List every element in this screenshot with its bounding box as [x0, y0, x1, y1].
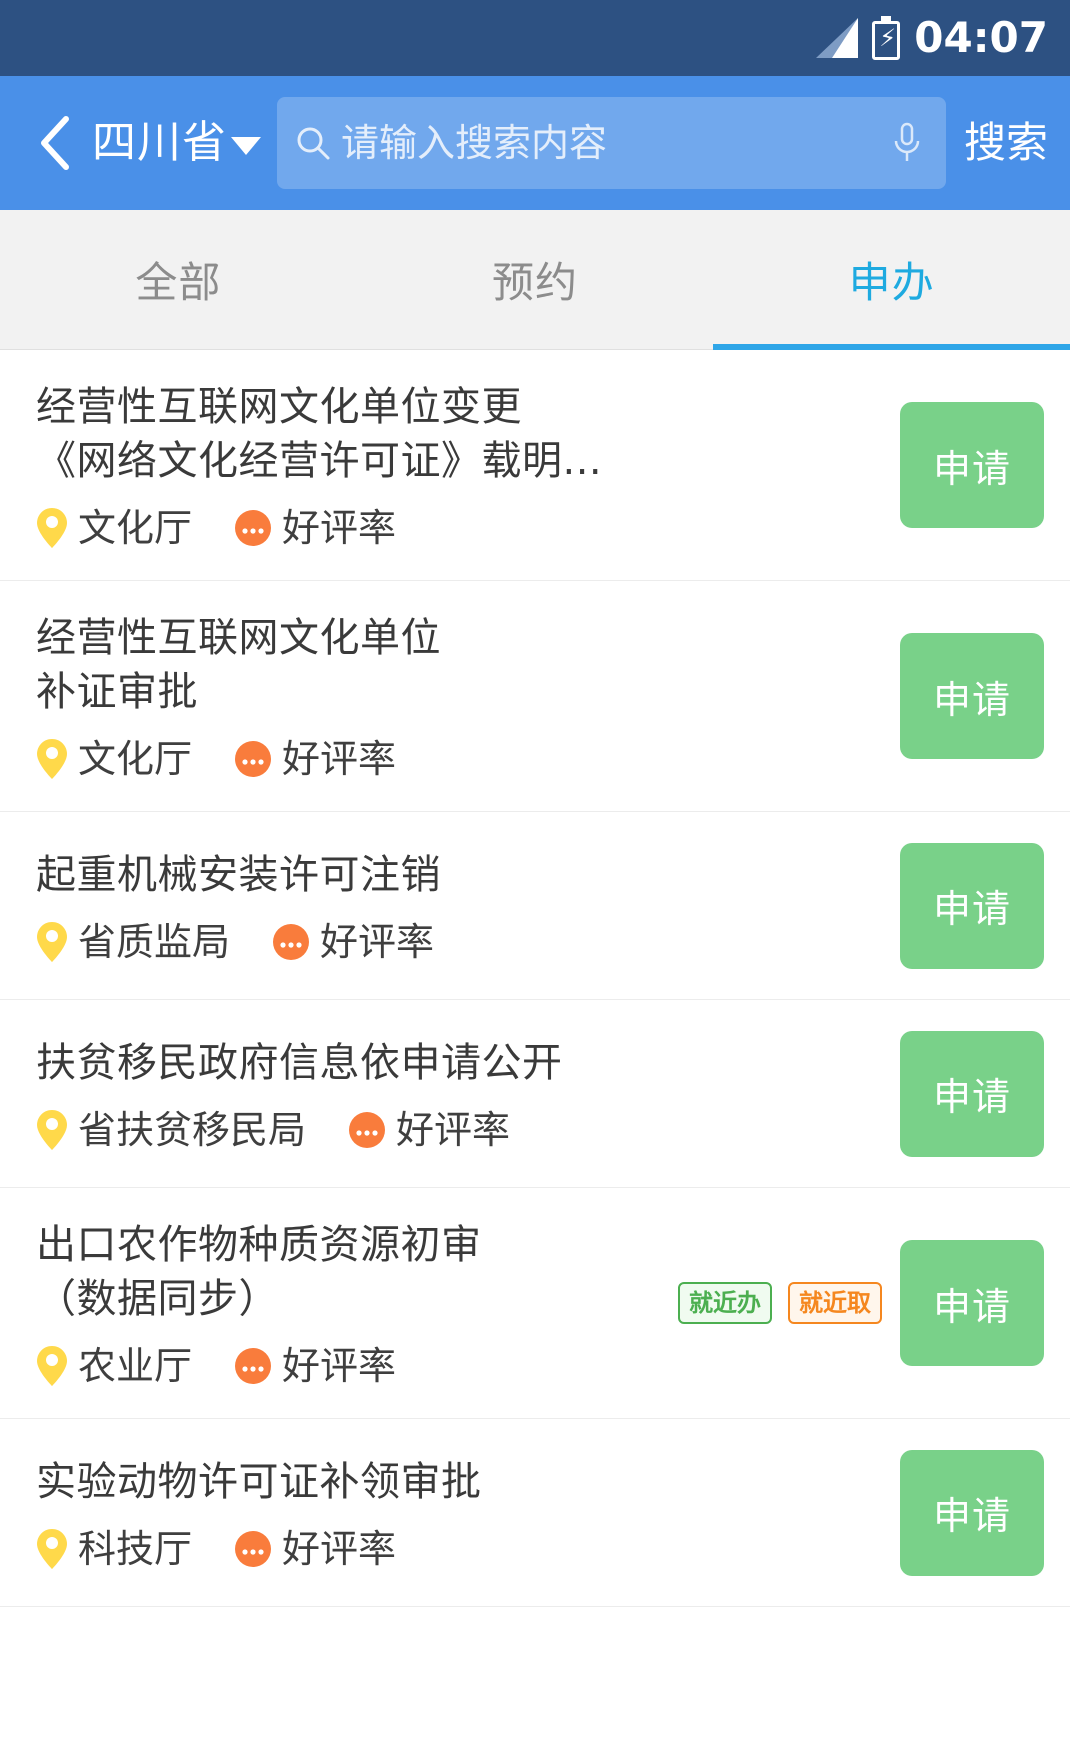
list-item-title: 实验动物许可证补领审批	[36, 1458, 482, 1505]
agency-name: 文化厅	[78, 506, 193, 550]
list-item-title: 经营性互联网文化单位 补证审批	[36, 615, 441, 715]
status-badge-nearby-apply: 就近办	[678, 1282, 772, 1324]
list-item-content: 起重机械安装许可注销 省质监局 好评率	[36, 848, 900, 964]
rating-info: 好评率	[234, 506, 396, 550]
list-item-content: 扶贫移民政府信息依申请公开 省扶贫移民局 好评率	[36, 1036, 900, 1152]
list-item-content: 经营性互联网文化单位变更 《网络文化经营许可证》载明... 文化厅 好评率	[36, 380, 900, 550]
apply-button[interactable]: 申请	[900, 1240, 1044, 1366]
back-chevron-icon[interactable]	[30, 113, 82, 173]
list-item-actions: 申请	[900, 402, 1044, 528]
agency-name: 省扶贫移民局	[78, 1107, 307, 1152]
agency-name: 农业厅	[78, 1344, 193, 1388]
list-item-actions: 申请	[900, 1449, 1044, 1576]
rating-info: 好评率	[272, 920, 434, 964]
region-label: 四川省	[92, 117, 227, 168]
search-button[interactable]: 搜索	[964, 119, 1052, 167]
list-item-meta: 文化厅 好评率	[36, 506, 900, 550]
apply-button[interactable]: 申请	[900, 633, 1044, 759]
rating-info: 好评率	[234, 1527, 396, 1571]
agency-name: 文化厅	[78, 737, 193, 781]
service-list: 经营性互联网文化单位变更 《网络文化经营许可证》载明... 文化厅 好评率 申请…	[0, 350, 1070, 1607]
tab-apply[interactable]: 申办	[713, 210, 1070, 350]
list-item-meta: 省质监局 好评率	[36, 920, 900, 964]
list-item[interactable]: 扶贫移民政府信息依申请公开 省扶贫移民局 好评率 申请	[0, 1000, 1070, 1188]
agency-info: 文化厅	[36, 737, 192, 781]
status-badge-nearby-pickup: 就近取	[788, 1282, 882, 1324]
search-input[interactable]: 请输入搜索内容	[277, 97, 946, 189]
tab-all[interactable]: 全部	[0, 210, 357, 349]
list-item-title: 起重机械安装许可注销	[36, 851, 441, 898]
tab-reserve[interactable]: 预约	[357, 210, 714, 349]
caret-down-icon	[231, 137, 261, 155]
region-selector[interactable]: 四川省	[92, 118, 261, 168]
list-item-actions: 申请	[900, 1030, 1044, 1157]
list-item[interactable]: 经营性互联网文化单位变更 《网络文化经营许可证》载明... 文化厅 好评率 申请	[0, 350, 1070, 581]
list-item[interactable]: 经营性互联网文化单位 补证审批 文化厅 好评率 申请	[0, 581, 1070, 812]
list-item-actions: 就近办 就近取 申请	[678, 1240, 1044, 1366]
list-item-content: 经营性互联网文化单位 补证审批 文化厅 好评率	[36, 611, 900, 781]
list-item-meta: 省扶贫移民局 好评率	[36, 1108, 900, 1152]
status-bar: ⚡ 04:07	[0, 0, 1070, 76]
agency-name: 省质监局	[78, 919, 231, 964]
location-pin-icon	[36, 1528, 68, 1570]
signal-bars-icon	[816, 18, 859, 58]
agency-info: 科技厅	[36, 1527, 192, 1571]
location-pin-icon	[36, 738, 68, 780]
rating-info: 好评率	[234, 737, 396, 781]
location-pin-icon	[36, 921, 68, 963]
rating-dots-icon	[234, 740, 272, 778]
status-bar-clock: 04:07	[914, 13, 1048, 62]
list-item[interactable]: 出口农作物种质资源初审 （数据同步） 农业厅 好评率 就近办 就近取 申请	[0, 1188, 1070, 1419]
apply-button[interactable]: 申请	[900, 1030, 1044, 1157]
app-bar: 四川省 请输入搜索内容 搜索	[0, 76, 1070, 210]
location-pin-icon	[36, 1109, 68, 1151]
agency-info: 省扶贫移民局	[36, 1108, 306, 1152]
search-placeholder: 请输入搜索内容	[341, 121, 608, 165]
list-item[interactable]: 实验动物许可证补领审批 科技厅 好评率 申请	[0, 1419, 1070, 1607]
list-item-title: 经营性互联网文化单位变更 《网络文化经营许可证》载明...	[36, 384, 603, 484]
list-item-meta: 农业厅 好评率	[36, 1344, 678, 1388]
list-item-actions: 申请	[900, 842, 1044, 969]
apply-button[interactable]: 申请	[900, 402, 1044, 528]
badge-group: 就近办 就近取	[678, 1282, 882, 1324]
rating-label: 好评率	[282, 1526, 397, 1571]
list-item[interactable]: 起重机械安装许可注销 省质监局 好评率 申请	[0, 812, 1070, 1000]
microphone-icon[interactable]	[890, 121, 924, 165]
rating-dots-icon	[234, 509, 272, 547]
rating-info: 好评率	[234, 1344, 396, 1388]
rating-dots-icon	[348, 1111, 386, 1149]
rating-label: 好评率	[282, 506, 397, 550]
tab-bar: 全部 预约 申办	[0, 210, 1070, 350]
apply-button[interactable]: 申请	[900, 842, 1044, 969]
battery-charging-icon: ⚡	[872, 16, 901, 60]
agency-info: 农业厅	[36, 1344, 192, 1388]
rating-info: 好评率	[348, 1108, 510, 1152]
rating-dots-icon	[234, 1530, 272, 1568]
agency-name: 科技厅	[78, 1526, 193, 1571]
list-item-title: 出口农作物种质资源初审 （数据同步）	[36, 1222, 482, 1322]
rating-label: 好评率	[320, 919, 435, 964]
list-item-title: 扶贫移民政府信息依申请公开	[36, 1039, 563, 1086]
agency-info: 省质监局	[36, 920, 230, 964]
search-icon	[295, 125, 331, 161]
apply-button[interactable]: 申请	[900, 1449, 1044, 1576]
list-item-content: 实验动物许可证补领审批 科技厅 好评率	[36, 1455, 900, 1571]
rating-label: 好评率	[396, 1107, 511, 1152]
list-item-meta: 科技厅 好评率	[36, 1527, 900, 1571]
agency-info: 文化厅	[36, 506, 192, 550]
rating-label: 好评率	[282, 1344, 397, 1388]
location-pin-icon	[36, 507, 68, 549]
rating-dots-icon	[234, 1347, 272, 1385]
list-item-meta: 文化厅 好评率	[36, 737, 900, 781]
list-item-content: 出口农作物种质资源初审 （数据同步） 农业厅 好评率	[36, 1218, 678, 1388]
rating-dots-icon	[272, 923, 310, 961]
list-item-actions: 申请	[900, 633, 1044, 759]
location-pin-icon	[36, 1345, 68, 1387]
rating-label: 好评率	[282, 737, 397, 781]
